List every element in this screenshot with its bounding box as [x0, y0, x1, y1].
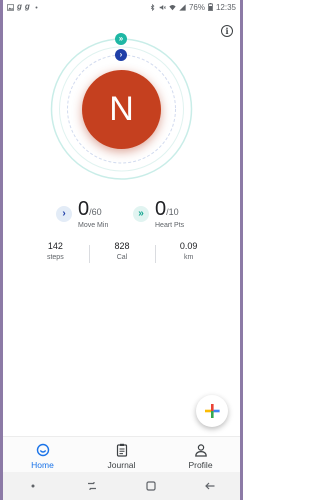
- journal-icon: [116, 443, 127, 457]
- system-navigation-bar: [3, 472, 240, 500]
- back-button[interactable]: [203, 479, 217, 493]
- move-minutes-goal[interactable]: › 0 /60 Move Min: [56, 198, 108, 229]
- daily-stats: 142 steps 828 Cal 0.09 km: [22, 241, 222, 267]
- heart-points-goal[interactable]: » 0 /10 Heart Pts: [133, 198, 184, 229]
- nav-home[interactable]: Home: [3, 437, 82, 472]
- heart-points-icon: »: [133, 205, 149, 222]
- stat-calories[interactable]: 828 Cal: [88, 241, 156, 267]
- stat-value: 828: [114, 241, 130, 251]
- nav-journal[interactable]: Journal: [82, 437, 161, 472]
- avatar[interactable]: N: [82, 70, 161, 149]
- stat-unit: steps: [46, 254, 64, 261]
- move-minutes-value: 0: [78, 198, 90, 220]
- plus-icon: [205, 404, 220, 418]
- back-arrow-icon: [205, 482, 215, 490]
- heart-points-target: /10: [166, 207, 179, 217]
- nav-journal-label: Journal: [107, 460, 136, 470]
- nav-profile[interactable]: Profile: [161, 437, 240, 472]
- move-minutes-label: Move Min: [78, 222, 109, 229]
- stat-value: 0.09: [179, 241, 198, 251]
- stat-value: 142: [47, 241, 63, 251]
- move-minutes-target: /60: [89, 207, 102, 217]
- recent-apps-button[interactable]: [85, 479, 99, 493]
- system-dot-button[interactable]: [26, 479, 40, 493]
- move-minutes-ring-marker: ›: [115, 49, 127, 61]
- profile-icon: [194, 444, 207, 457]
- stat-steps[interactable]: 142 steps: [22, 241, 89, 267]
- dot-icon: [31, 484, 35, 488]
- move-minutes-icon: ›: [56, 205, 72, 222]
- nav-profile-label: Profile: [188, 460, 213, 470]
- add-activity-button[interactable]: [196, 395, 228, 427]
- stat-unit: km: [184, 254, 194, 261]
- heart-points-label: Heart Pts: [155, 222, 185, 229]
- avatar-initial: N: [109, 90, 134, 128]
- recent-apps-icon: [87, 482, 96, 490]
- heart-points-ring-marker: »: [115, 33, 127, 45]
- home-system-button[interactable]: [144, 479, 158, 493]
- home-icon: [36, 443, 49, 457]
- stat-unit: Cal: [116, 254, 128, 261]
- stat-distance[interactable]: 0.09 km: [155, 241, 222, 267]
- heart-points-value: 0: [155, 198, 167, 220]
- nav-home-label: Home: [31, 460, 54, 470]
- bottom-navigation: Home Journal Profile: [3, 436, 240, 472]
- square-icon: [146, 481, 156, 491]
